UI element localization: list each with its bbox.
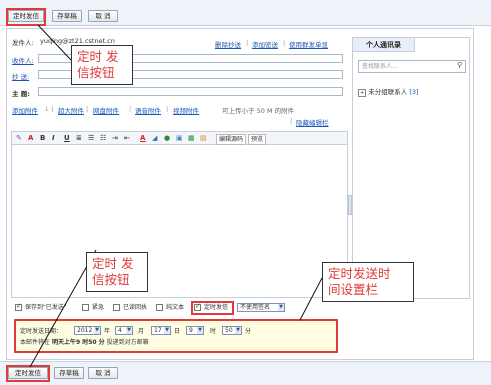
- callout-top-send: 定时 发 信按钮: [71, 45, 133, 85]
- callout-schedule-bar: 定时发送时 间设置栏: [322, 262, 414, 302]
- callout-bottom-send: 定时 发 信按钮: [86, 252, 148, 292]
